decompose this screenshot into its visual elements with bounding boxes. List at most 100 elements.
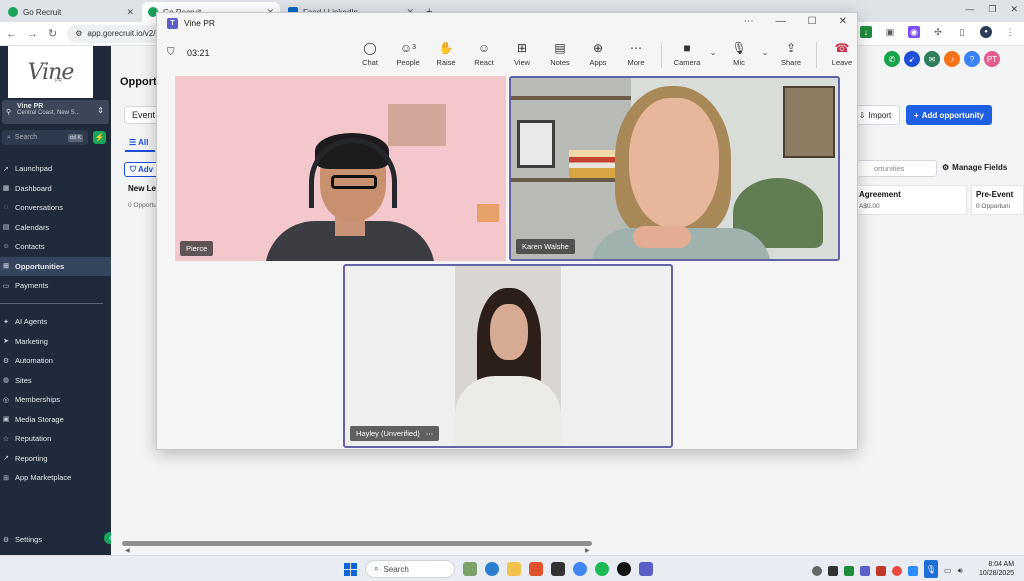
manage-fields-button[interactable]: ⚙ Manage Fields xyxy=(942,163,1007,172)
download-extension-icon[interactable]: ↓ xyxy=(860,26,872,38)
scroll-right-icon[interactable]: ▶ xyxy=(585,547,590,554)
import-icon: ⇩ xyxy=(858,110,866,120)
mic-button[interactable]: 🎙︎ Mic xyxy=(720,40,758,68)
sidepanel-icon[interactable]: ▯ xyxy=(956,26,968,38)
view-button[interactable]: ⊞ View xyxy=(503,40,541,68)
widgets-icon[interactable] xyxy=(463,562,477,576)
tray-app-icon[interactable] xyxy=(908,565,918,576)
stage-card-agreement[interactable]: Agreement A$0.00 xyxy=(854,185,967,215)
more-options-icon[interactable]: ⋯ xyxy=(744,16,754,27)
close-tab-icon[interactable]: ✕ xyxy=(126,7,134,18)
add-opportunity-button[interactable]: + Add opportunity xyxy=(906,105,992,125)
tray-teams-icon[interactable] xyxy=(860,565,870,576)
tray-app-icon[interactable] xyxy=(892,565,902,576)
raise-hand-button[interactable]: ✋ Raise xyxy=(427,40,465,68)
teams-icon[interactable] xyxy=(639,562,653,576)
bell-icon[interactable]: ♪ xyxy=(944,51,960,67)
tray-app-icon[interactable] xyxy=(876,565,886,576)
react-button[interactable]: ☺ React xyxy=(465,40,503,68)
brave-icon[interactable] xyxy=(529,562,543,576)
taskbar-clock[interactable]: 8:04 AM 10/28/2025 xyxy=(979,560,1014,578)
scroll-left-icon[interactable]: ◀ xyxy=(125,547,130,554)
back-icon[interactable]: ← xyxy=(6,28,17,40)
sidebar-item-reporting[interactable]: ↗ Reporting xyxy=(0,449,111,469)
taskbar-search[interactable]: ⌕ Search xyxy=(365,560,455,578)
sidebar-item-media-storage[interactable]: ▣ Media Storage xyxy=(0,410,111,430)
button-label: Notes xyxy=(550,58,570,67)
notes-button[interactable]: ▤ Notes xyxy=(541,40,579,68)
forward-icon[interactable]: → xyxy=(27,28,38,40)
tab-active-indicator xyxy=(125,150,155,152)
settings-row[interactable]: ⚙ Settings xyxy=(0,530,111,550)
people-button[interactable]: ☺ 3 People xyxy=(389,40,427,68)
edge-icon[interactable] xyxy=(485,562,499,576)
minimize-icon[interactable]: — xyxy=(965,4,974,15)
extension-icon[interactable]: ▣ xyxy=(884,26,896,38)
maximize-icon[interactable]: ☐ xyxy=(808,16,817,27)
camera-button[interactable]: ■ Camera xyxy=(668,40,706,68)
sidebar-search[interactable]: ⌕ Search ctrl K xyxy=(2,130,88,145)
mic-options-chevron-icon[interactable]: ⌄ xyxy=(758,40,772,57)
tray-app-icon[interactable] xyxy=(812,565,822,576)
quick-action-bolt-icon[interactable]: ⚡ xyxy=(93,131,106,144)
sidebar-item-calendars[interactable]: ▤ Calendars xyxy=(0,218,111,238)
participant-video-tile[interactable]: Hayley (Unverified) ⋯ xyxy=(343,264,673,448)
account-switcher[interactable]: ⚲ Vine PR Central Coast, New S... ⇕ xyxy=(2,100,109,124)
chatgpt-icon[interactable] xyxy=(617,562,631,576)
horizontal-scrollbar[interactable] xyxy=(122,541,592,546)
sidebar-item-sites[interactable]: ◍ Sites xyxy=(0,371,111,391)
reload-icon[interactable]: ↻ xyxy=(48,27,57,40)
sidebar-item-settings[interactable]: ⚙ Settings xyxy=(0,530,111,550)
camera-options-chevron-icon[interactable]: ⌄ xyxy=(706,40,720,57)
extension-icon[interactable]: ◉ xyxy=(908,26,920,38)
sidebar-item-launchpad[interactable]: ➚ Launchpad xyxy=(0,159,111,179)
tray-app-icon[interactable] xyxy=(828,565,838,576)
menu-kebab-icon[interactable]: ⋮ xyxy=(1004,26,1016,38)
sidebar-item-reputation[interactable]: ☆ Reputation xyxy=(0,429,111,449)
sidebar-item-ai-agents[interactable]: ✦ AI Agents xyxy=(0,312,111,332)
tray-app-icon[interactable] xyxy=(844,565,854,576)
sidebar-item-app-marketplace[interactable]: ⊞ App Marketplace xyxy=(0,468,111,488)
sidebar-item-payments[interactable]: ▭ Payments xyxy=(0,276,111,296)
restore-icon[interactable]: ❐ xyxy=(988,4,996,15)
help-icon[interactable]: ? xyxy=(964,51,980,67)
participant-video-tile-speaking[interactable]: Karen Walshe xyxy=(509,76,840,261)
close-window-icon[interactable]: ✕ xyxy=(1010,4,1018,15)
network-icon[interactable]: ▭ xyxy=(944,566,952,575)
chat-icon[interactable]: ✉ xyxy=(924,51,940,67)
tab-all[interactable]: ☰ All xyxy=(129,138,148,147)
sidebar-item-opportunities[interactable]: ⊞ Opportunities xyxy=(0,256,111,276)
sidebar-item-marketing[interactable]: ➤ Marketing xyxy=(0,332,111,352)
profile-avatar-icon[interactable]: ● xyxy=(980,26,992,38)
shield-icon[interactable]: ⛉ xyxy=(167,47,175,58)
megaphone-icon[interactable]: ➹ xyxy=(904,51,920,67)
apps-button[interactable]: ⊕ Apps xyxy=(579,40,617,68)
leave-button[interactable]: ☎ Leave xyxy=(823,40,861,68)
sidebar-item-dashboard[interactable]: ▦ Dashboard xyxy=(0,179,111,199)
share-button[interactable]: ⇪ Share xyxy=(772,40,810,68)
stage-card-pre-event[interactable]: Pre-Event 0 Opportuni xyxy=(971,185,1024,215)
avatar-icon[interactable]: PT xyxy=(984,51,1000,67)
puzzle-icon[interactable]: ✣ xyxy=(932,26,944,38)
chrome-icon[interactable] xyxy=(573,562,587,576)
more-button[interactable]: ⋯ More xyxy=(617,40,655,68)
windows-start-icon[interactable] xyxy=(344,562,357,576)
speaker-icon[interactable]: 🔊︎ xyxy=(958,566,963,576)
opportunity-search-input[interactable]: ortunities xyxy=(855,160,937,177)
sidebar-item-automation[interactable]: ⚙ Automation xyxy=(0,351,111,371)
file-explorer-icon[interactable] xyxy=(507,562,521,576)
site-info-icon[interactable]: ⚙ xyxy=(75,29,82,38)
chat-button[interactable]: ◯ Chat xyxy=(351,40,389,68)
more-options-icon[interactable]: ⋯ xyxy=(426,429,434,438)
phone-icon[interactable]: ✆ xyxy=(884,51,900,67)
sidebar-item-contacts[interactable]: ☺ Contacts xyxy=(0,237,111,257)
microphone-in-use-icon[interactable]: 🎙︎ xyxy=(924,560,938,578)
sidebar-item-conversations[interactable]: ◌ Conversations xyxy=(0,198,111,218)
terminal-icon[interactable] xyxy=(551,562,565,576)
participant-video-tile[interactable]: Pierce xyxy=(175,76,506,261)
close-window-icon[interactable]: ✕ xyxy=(839,16,847,27)
spotify-icon[interactable] xyxy=(595,562,609,576)
minimize-icon[interactable]: — xyxy=(776,16,786,27)
sidebar-item-memberships[interactable]: ◎ Memberships xyxy=(0,390,111,410)
browser-tab[interactable]: Go Recruit ✕ xyxy=(2,2,140,22)
